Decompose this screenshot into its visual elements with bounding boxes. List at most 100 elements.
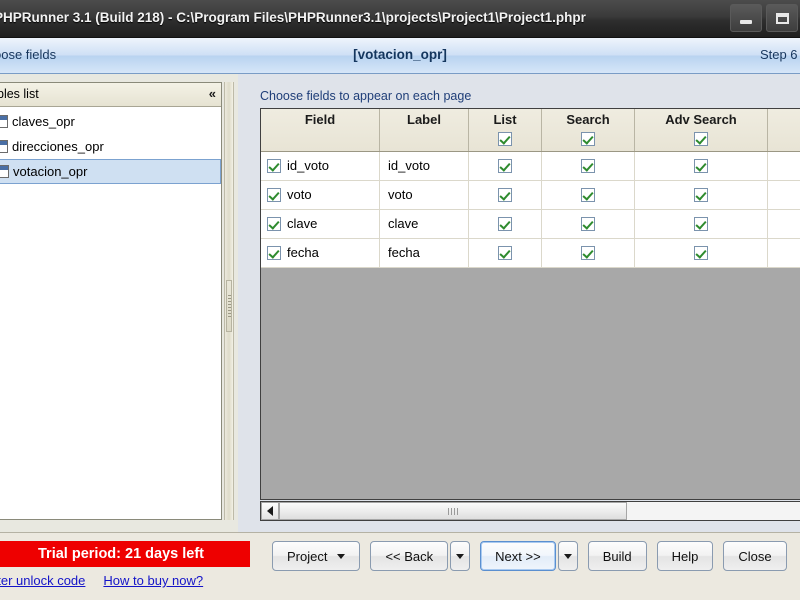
- search-checkbox[interactable]: [581, 246, 595, 261]
- column-header-adv-search[interactable]: Adv Search: [634, 109, 768, 152]
- field-name-label: fecha: [287, 245, 319, 261]
- table-row[interactable]: clave clave: [261, 209, 800, 239]
- grid-header-row: Field Label List Search Adv Search: [261, 109, 800, 152]
- cell-adv-search: [634, 238, 768, 268]
- current-table-name: [votacion_opr]: [353, 47, 447, 62]
- table-icon: [0, 140, 8, 153]
- column-header-label: List: [493, 112, 517, 127]
- field-name-label: id_voto: [287, 158, 329, 174]
- cell-a: [767, 151, 800, 181]
- back-dropdown-button[interactable]: [450, 541, 471, 571]
- cell-adv-search: [634, 180, 768, 210]
- adv-search-checkbox[interactable]: [694, 217, 708, 232]
- list-item[interactable]: claves_opr: [0, 109, 221, 134]
- column-header-a[interactable]: A: [767, 109, 800, 152]
- enter-unlock-code-link[interactable]: nter unlock code: [0, 573, 85, 588]
- cell-list: [468, 151, 542, 181]
- table-icon: [0, 115, 8, 128]
- cell-label[interactable]: clave: [379, 209, 469, 239]
- tables-list: claves_opr direcciones_opr votacion_opr: [0, 107, 221, 184]
- trial-links: nter unlock code How to buy now?: [0, 573, 203, 588]
- column-header-field[interactable]: Field: [261, 109, 380, 152]
- scroll-left-button[interactable]: [261, 502, 279, 520]
- search-checkbox[interactable]: [581, 188, 595, 203]
- how-to-buy-link[interactable]: How to buy now?: [103, 573, 203, 588]
- row-enable-checkbox[interactable]: [267, 187, 281, 202]
- close-button[interactable]: Close: [723, 541, 787, 571]
- tables-list-header: bles list «: [0, 83, 221, 107]
- scrollbar-thumb[interactable]: [279, 502, 628, 520]
- body-region: bles list « claves_opr direcciones_opr v…: [0, 74, 800, 532]
- fields-grid-container: Field Label List Search Adv Search id_vo…: [260, 108, 800, 500]
- cell-label[interactable]: voto: [379, 180, 469, 210]
- fields-grid-body: id_voto id_voto voto voto clave clave fe…: [261, 151, 800, 268]
- scrollbar-track[interactable]: [279, 502, 800, 520]
- search-checkbox[interactable]: [581, 159, 595, 174]
- next-button[interactable]: Next >>: [480, 541, 556, 571]
- cell-a: [767, 180, 800, 210]
- adv-search-checkbox[interactable]: [694, 159, 708, 174]
- list-item[interactable]: votacion_opr: [0, 159, 221, 184]
- project-button-label: Project: [287, 548, 328, 564]
- cell-a: [767, 238, 800, 268]
- grid-horizontal-scrollbar[interactable]: [260, 501, 800, 521]
- cell-label[interactable]: fecha: [379, 238, 469, 268]
- cell-field: clave: [261, 209, 380, 239]
- maximize-button[interactable]: [766, 4, 798, 32]
- next-button-label: Next >>: [495, 548, 541, 564]
- row-enable-checkbox[interactable]: [267, 216, 281, 231]
- search-checkbox[interactable]: [581, 217, 595, 232]
- cell-search: [541, 209, 635, 239]
- cell-search: [541, 238, 635, 268]
- collapse-panel-icon[interactable]: «: [209, 86, 216, 101]
- select-all-adv-search-checkbox[interactable]: [694, 131, 708, 146]
- cell-adv-search: [634, 151, 768, 181]
- list-checkbox[interactable]: [498, 188, 512, 203]
- tables-list-panel: bles list « claves_opr direcciones_opr v…: [0, 82, 222, 520]
- cell-search: [541, 151, 635, 181]
- tables-list-title: bles list: [0, 87, 39, 101]
- table-icon: [0, 165, 9, 178]
- cell-field: fecha: [261, 238, 380, 268]
- title-bar: PHPRunner 3.1 (Build 218) - C:\Program F…: [0, 0, 800, 38]
- splitter-grip-icon[interactable]: [226, 280, 232, 332]
- list-checkbox[interactable]: [498, 217, 512, 232]
- column-header-search[interactable]: Search: [541, 109, 635, 152]
- next-dropdown-button[interactable]: [557, 541, 578, 571]
- build-button[interactable]: Build: [587, 541, 647, 571]
- step-header-bar: oose fields [votacion_opr] Step 6 of: [0, 38, 800, 74]
- select-all-list-checkbox[interactable]: [498, 131, 512, 146]
- list-checkbox[interactable]: [498, 159, 512, 174]
- step-counter: Step 6 of: [759, 47, 800, 62]
- table-row[interactable]: voto voto: [261, 180, 800, 210]
- wizard-buttons: Project << Back Next >> Build Help Close: [272, 541, 787, 571]
- back-button[interactable]: << Back: [370, 541, 449, 571]
- list-item[interactable]: direcciones_opr: [0, 134, 221, 159]
- fields-panel: Choose fields to appear on each page Fie…: [238, 74, 800, 532]
- fields-hint-label: Choose fields to appear on each page: [260, 89, 472, 103]
- help-button[interactable]: Help: [656, 541, 714, 571]
- panel-splitter[interactable]: [224, 82, 234, 520]
- list-checkbox[interactable]: [498, 246, 512, 261]
- window-title: PHPRunner 3.1 (Build 218) - C:\Program F…: [0, 10, 586, 25]
- project-button[interactable]: Project: [272, 541, 361, 571]
- table-row[interactable]: id_voto id_voto: [261, 151, 800, 181]
- list-item-label: claves_opr: [12, 114, 75, 129]
- cell-label[interactable]: id_voto: [379, 151, 469, 181]
- build-button-label: Build: [602, 548, 632, 564]
- table-row[interactable]: fecha fecha: [261, 238, 800, 268]
- field-name-label: clave: [287, 216, 318, 232]
- select-all-search-checkbox[interactable]: [581, 131, 595, 146]
- column-header-list[interactable]: List: [468, 109, 542, 152]
- column-header-label: Search: [566, 112, 610, 127]
- trial-banner: Trial period: 21 days left: [0, 541, 250, 567]
- column-header-label-col[interactable]: Label: [379, 109, 469, 152]
- minimize-icon: [740, 19, 752, 24]
- back-button-label: << Back: [385, 548, 434, 564]
- adv-search-checkbox[interactable]: [694, 188, 708, 203]
- chevron-down-icon: [563, 553, 572, 559]
- adv-search-checkbox[interactable]: [694, 246, 708, 261]
- minimize-button[interactable]: [730, 4, 762, 32]
- row-enable-checkbox[interactable]: [267, 245, 281, 260]
- row-enable-checkbox[interactable]: [267, 158, 281, 173]
